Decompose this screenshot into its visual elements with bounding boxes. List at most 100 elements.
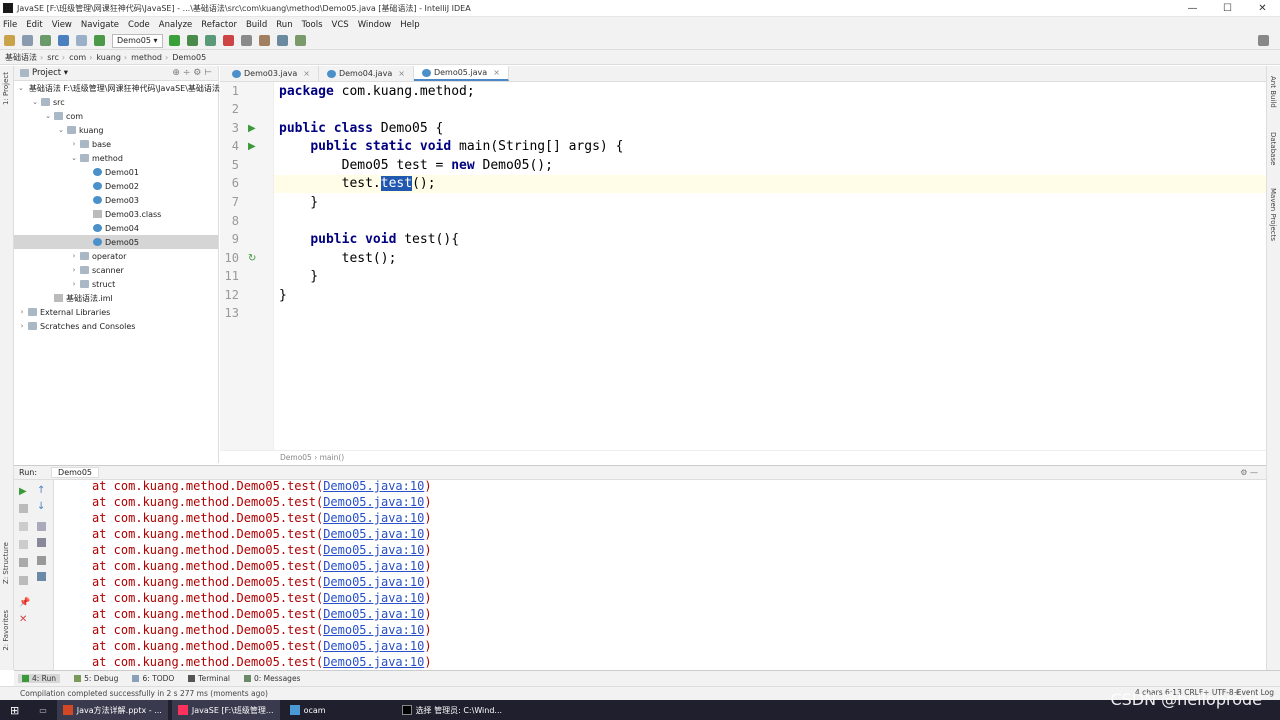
forward-icon[interactable] [76,35,87,46]
taskbar-powerpoint[interactable]: Java方法详解.pptx - ... [56,700,168,720]
project-tool-button[interactable]: 1: Project [2,72,10,105]
start-icon[interactable]: ⊞ [0,700,29,720]
expanded-arrow-icon[interactable]: ⌄ [44,112,52,120]
menu-refactor[interactable]: Refactor [201,20,237,30]
scroll-to-end-icon[interactable] [37,538,46,547]
debug-icon[interactable] [186,35,198,46]
close-tab-icon[interactable]: × [303,66,310,81]
tree-item[interactable]: › External Libraries [14,305,218,319]
collapsed-arrow-icon[interactable]: › [70,280,78,288]
menu-view[interactable]: View [52,20,72,30]
source-link[interactable]: Demo05.java:10 [323,655,424,669]
run-tab-demo05[interactable]: Demo05 [51,467,99,478]
search-icon[interactable] [1258,35,1269,46]
menu-file[interactable]: File [3,20,17,30]
taskbar-cmd[interactable]: 选择 管理员: C:\Wind... [396,700,509,720]
run-panel-settings-icon[interactable]: ⚙ — [1240,468,1258,477]
tree-item[interactable]: Demo05 [14,235,218,249]
tree-item[interactable]: Demo04 [14,221,218,235]
save-icon[interactable] [22,35,33,46]
maven-tool-button[interactable]: Maven Projects [1269,188,1277,241]
status-message[interactable]: Compilation completed successfully in 2 … [20,689,268,698]
editor-gutter[interactable]: 1 2 3 4 5 6 7 8 9 10 11 12 13 ▶ ▶ ↻ [220,82,274,450]
tree-item[interactable]: ⌄ src [14,95,218,109]
tree-item[interactable]: ⌄ method [14,151,218,165]
collapsed-arrow-icon[interactable]: › [70,252,78,260]
source-link[interactable]: Demo05.java:10 [323,607,424,621]
menu-help[interactable]: Help [400,20,419,30]
source-link[interactable]: Demo05.java:10 [323,623,424,637]
messages-tool-tab[interactable]: 0: Messages [244,674,300,683]
tree-item[interactable]: Demo02 [14,179,218,193]
run-tool-tab[interactable]: 4: Run [18,674,61,683]
tree-item[interactable]: ⌄ 基础语法 F:\班级管理\网课狂神代码\JavaSE\基础语法 [14,81,220,95]
open-folder-icon[interactable] [4,35,15,46]
source-link[interactable]: Demo05.java:10 [323,511,424,525]
collapsed-arrow-icon[interactable]: › [18,322,26,330]
minimize-button[interactable]: — [1175,0,1210,17]
breadcrumb-project[interactable]: 基础语法 [5,52,37,63]
tab-demo03[interactable]: Demo03.java × [224,66,319,81]
tree-item[interactable]: Demo03.class [14,207,218,221]
debug-tool-tab[interactable]: 5: Debug [74,674,118,683]
taskbar-intellij[interactable]: JavaSE [F:\班级管理... [171,700,280,720]
print-icon[interactable] [37,556,46,565]
panel-tools-icon[interactable]: ⊕ ÷ ⚙ ⊢ [172,68,212,78]
breadcrumb-com[interactable]: com [69,53,86,62]
build-icon[interactable] [94,35,105,46]
expanded-arrow-icon[interactable]: ⌄ [70,154,78,162]
pause-icon[interactable] [19,522,28,531]
maximize-button[interactable]: ☐ [1210,0,1245,17]
stop-icon[interactable] [222,35,234,46]
menu-vcs[interactable]: VCS [332,20,349,30]
menu-window[interactable]: Window [358,20,392,30]
project-structure-icon[interactable] [240,35,252,46]
tree-item[interactable]: Demo01 [14,165,218,179]
run-icon[interactable] [168,35,180,46]
dump-threads-icon[interactable] [19,540,28,549]
breadcrumb-demo05[interactable]: Demo05 [172,53,206,62]
structure-tool-button[interactable]: Z: Structure [2,542,10,584]
taskbar-ocam[interactable]: ocam [284,700,332,720]
trash-icon[interactable] [37,572,46,581]
tab-demo05[interactable]: Demo05.java × [413,65,509,81]
back-icon[interactable] [58,35,69,46]
menu-analyze[interactable]: Analyze [159,20,193,30]
close-tab-icon[interactable]: × [493,65,500,80]
source-link[interactable]: Demo05.java:10 [323,575,424,589]
project-view-select[interactable]: Project ▾ [32,68,68,78]
vcs-icon[interactable] [294,35,306,46]
sync-icon[interactable] [40,35,51,46]
run-console[interactable]: at com.kuang.method.Demo05.test(Demo05.j… [54,480,1266,670]
source-link[interactable]: Demo05.java:10 [323,527,424,541]
source-link[interactable]: Demo05.java:10 [323,480,424,493]
tree-item[interactable]: › Scratches and Consoles [14,319,218,333]
todo-tool-tab[interactable]: 6: TODO [132,674,174,683]
menu-run[interactable]: Run [276,20,292,30]
tree-item[interactable]: › base [14,137,218,151]
breadcrumb-kuang[interactable]: kuang [96,53,121,62]
close-button[interactable]: ✕ [1245,0,1280,17]
tree-item[interactable]: › scanner [14,263,218,277]
down-arrow-icon[interactable]: ↓ [37,501,45,512]
soft-wrap-icon[interactable] [37,522,46,531]
source-link[interactable]: Demo05.java:10 [323,559,424,573]
pin-icon[interactable]: 📌 [19,598,30,608]
expanded-arrow-icon[interactable]: ⌄ [57,126,65,134]
menu-code[interactable]: Code [128,20,150,30]
close-icon[interactable]: ✕ [19,614,27,625]
collapsed-arrow-icon[interactable]: › [18,308,26,316]
breadcrumb-src[interactable]: src [47,53,59,62]
coverage-icon[interactable] [204,35,216,46]
source-link[interactable]: Demo05.java:10 [323,591,424,605]
menu-navigate[interactable]: Navigate [81,20,119,30]
stop-icon[interactable] [19,504,28,513]
menu-build[interactable]: Build [246,20,267,30]
expanded-arrow-icon[interactable]: ⌄ [31,98,39,106]
taskview-icon[interactable]: ▭ [33,700,53,720]
tree-item[interactable]: ⌄ kuang [14,123,218,137]
source-link[interactable]: Demo05.java:10 [323,543,424,557]
up-arrow-icon[interactable]: ↑ [37,485,45,496]
ant-build-tool-button[interactable]: Ant Build [1269,76,1277,108]
tree-item[interactable]: 基础语法.iml [14,291,218,305]
